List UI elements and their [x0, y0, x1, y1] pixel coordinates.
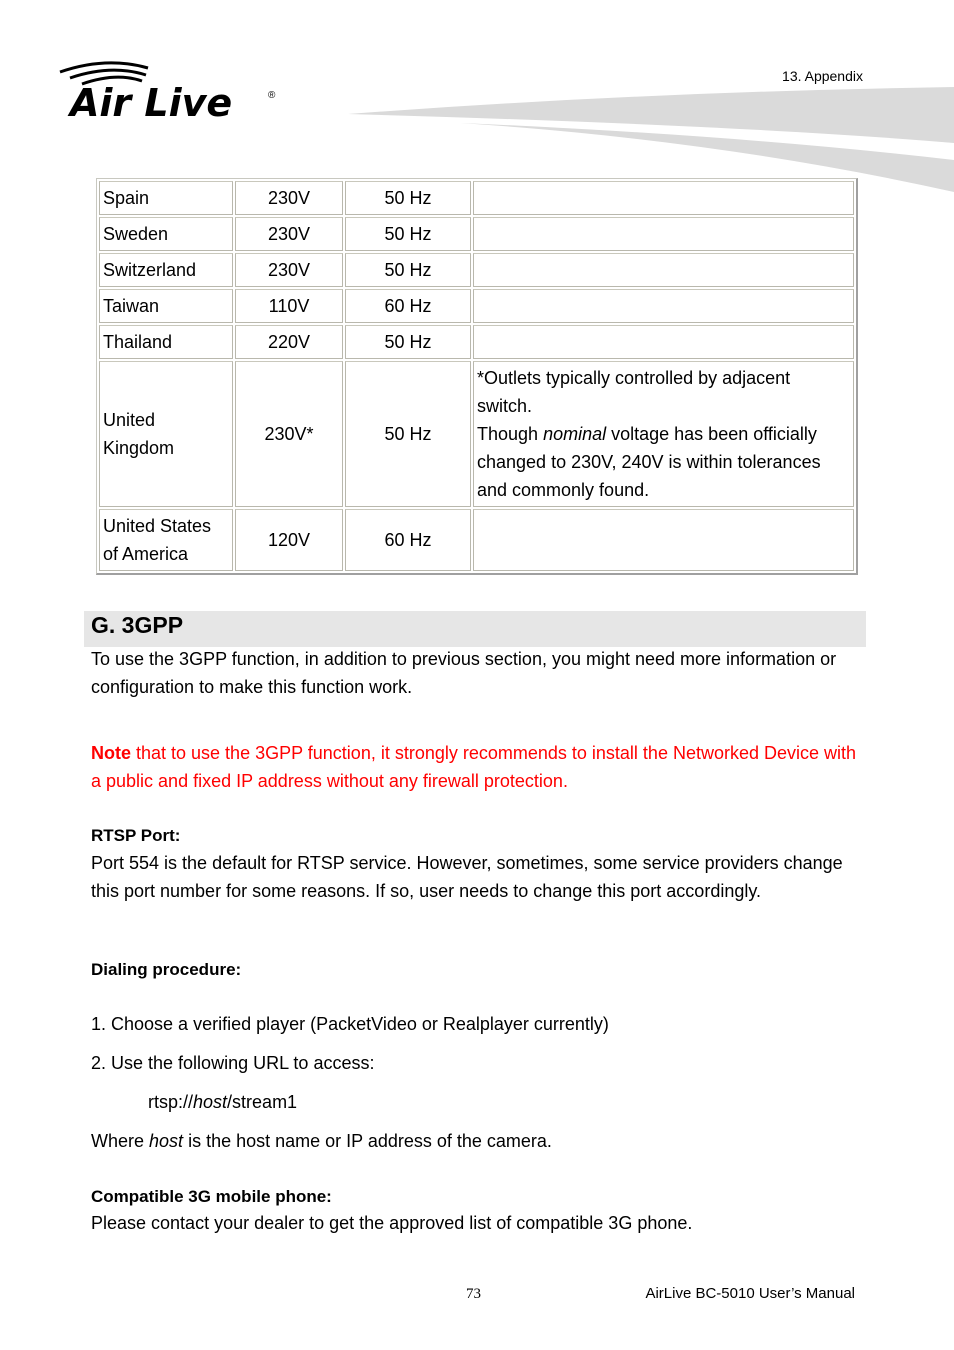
step-1: 1. Choose a verified player (PacketVideo… — [91, 1014, 609, 1034]
step-2: 2. Use the following URL to access: — [91, 1053, 375, 1073]
url-host: host — [193, 1092, 228, 1112]
country-cell: Spain — [99, 181, 233, 215]
rtsp-url: rtsp://host/stream1 — [148, 1088, 297, 1116]
notes-cell — [473, 217, 854, 251]
country-line: United States — [103, 516, 212, 536]
intro-paragraph: To use the 3GPP function, in addition to… — [91, 649, 837, 697]
voltage-cell: 230V — [235, 253, 343, 287]
table-row: Taiwan 110V 60 Hz — [99, 289, 854, 323]
phone-paragraph: Please contact your dealer to get the ap… — [91, 1213, 693, 1233]
country-cell: Thailand — [99, 325, 233, 359]
where-paragraph: Where host is the host name or IP addres… — [91, 1127, 552, 1155]
table-row: United States of America 120V 60 Hz — [99, 509, 854, 571]
table-row: Switzerland 230V 50 Hz — [99, 253, 854, 287]
frequency-cell: 50 Hz — [345, 181, 471, 215]
notes-cell — [473, 509, 854, 571]
rtsp-paragraph: Port 554 is the default for RTSP service… — [91, 853, 843, 901]
notes-cell — [473, 289, 854, 323]
voltage-cell: 230V* — [235, 361, 343, 507]
frequency-cell: 60 Hz — [345, 509, 471, 571]
phone-heading: Compatible 3G mobile phone: — [91, 1187, 332, 1206]
table-row: United Kingdom 230V* 50 Hz *Outlets typi… — [99, 361, 854, 507]
footer-manual-title: AirLive BC-5010 User’s Manual — [645, 1285, 855, 1302]
country-cell: United Kingdom — [99, 361, 233, 507]
country-cell: Switzerland — [99, 253, 233, 287]
section-title: G. 3GPP — [91, 612, 184, 638]
svg-text:®: ® — [268, 90, 276, 101]
notes-cell — [473, 325, 854, 359]
rtsp-heading: RTSP Port: — [91, 826, 181, 845]
airlive-logo: Air Live ® — [56, 58, 286, 125]
frequency-cell: 50 Hz — [345, 361, 471, 507]
page-number: 73 — [466, 1286, 481, 1302]
country-cell: Taiwan — [99, 289, 233, 323]
note-line: *Outlets typically controlled by adjacen… — [477, 368, 791, 416]
voltage-cell: 110V — [235, 289, 343, 323]
note-text: Though — [477, 424, 544, 444]
country-cell: Sweden — [99, 217, 233, 251]
voltage-cell: 220V — [235, 325, 343, 359]
voltage-cell: 230V — [235, 181, 343, 215]
note-emphasis: nominal — [543, 424, 607, 444]
where-host: host — [149, 1131, 184, 1151]
country-cell: United States of America — [99, 509, 233, 571]
country-line: of America — [103, 544, 189, 564]
header-section-label: 13. Appendix — [782, 68, 863, 84]
voltage-cell: 120V — [235, 509, 343, 571]
country-line: Kingdom — [103, 438, 175, 458]
note-paragraph: Note that to use the 3GPP function, it s… — [91, 739, 871, 795]
frequency-cell: 50 Hz — [345, 217, 471, 251]
wireless-waves-icon: Air Live ® — [59, 61, 276, 125]
frequency-cell: 50 Hz — [345, 325, 471, 359]
power-table: Spain 230V 50 Hz Sweden 230V 50 Hz Switz… — [96, 178, 858, 575]
section-heading-bar — [84, 611, 866, 647]
dialing-heading: Dialing procedure: — [91, 960, 242, 979]
notes-cell — [473, 253, 854, 287]
url-text: /stream1 — [227, 1092, 298, 1112]
notes-cell: *Outlets typically controlled by adjacen… — [473, 361, 854, 507]
where-text: is the host name or IP address of the ca… — [183, 1131, 552, 1151]
where-text: Where — [91, 1131, 150, 1151]
voltage-cell: 230V — [235, 217, 343, 251]
notes-cell — [473, 181, 854, 215]
frequency-cell: 60 Hz — [345, 289, 471, 323]
brand-text: Air Live — [67, 81, 232, 124]
table-row: Thailand 220V 50 Hz — [99, 325, 854, 359]
table-row: Sweden 230V 50 Hz — [99, 217, 854, 251]
frequency-cell: 50 Hz — [345, 253, 471, 287]
note-text: that to use the 3GPP function, it strong… — [91, 743, 857, 791]
country-line: United — [103, 410, 156, 430]
table-row: Spain 230V 50 Hz — [99, 181, 854, 215]
url-text: rtsp:// — [148, 1092, 194, 1112]
note-label: Note — [91, 743, 131, 763]
